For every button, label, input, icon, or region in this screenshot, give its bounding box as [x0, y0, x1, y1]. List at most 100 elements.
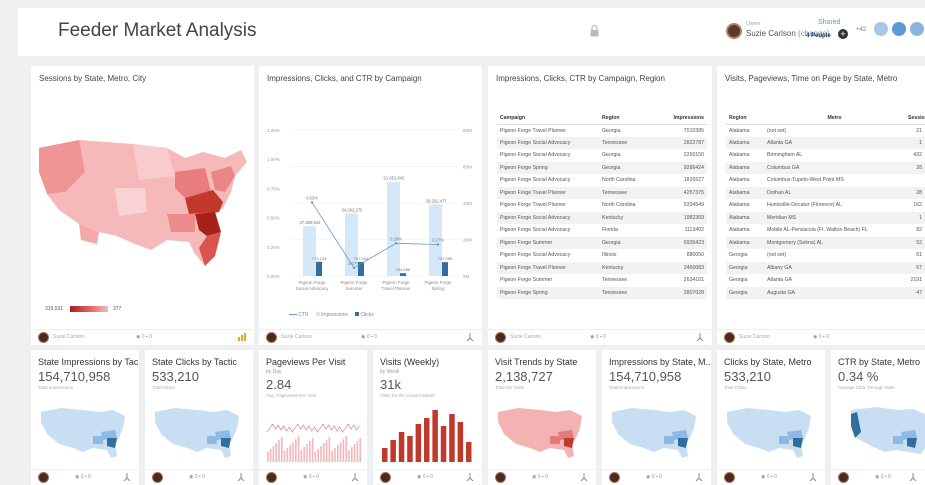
column-header[interactable]: Metro [764, 112, 905, 125]
table-row[interactable]: Alabama Atlanta GA 1 [726, 136, 925, 149]
column-header[interactable]: Region [599, 112, 655, 125]
owner-avatar [726, 23, 742, 39]
table-row[interactable]: Pigeon Forge Travel Planner North Carolin… [497, 199, 707, 212]
settings-icon[interactable] [466, 473, 474, 481]
table-row[interactable]: Pigeon Forge Travel Planner Tennessee 4257… [497, 186, 707, 199]
column-header[interactable]: Impressions [655, 112, 707, 125]
user-avatar [266, 472, 277, 483]
shared-count[interactable]: 4 People [806, 33, 831, 39]
impressions-chart-card[interactable]: Impressions, Clicks, and CTR by Campaign… [259, 66, 482, 345]
campaign-data-table[interactable]: Campaign Region Impressions Pigeon Forge… [497, 112, 707, 299]
us-map-thumbnail[interactable] [37, 402, 133, 464]
metric-card[interactable]: Impressions by State, M... 154,710,958 T… [602, 350, 711, 485]
table-row[interactable]: Alabama Meridian MS 1 [726, 211, 925, 224]
us-map-thumbnail[interactable] [494, 402, 590, 464]
lock-icon[interactable] [590, 25, 599, 37]
table-cell: Georgia [599, 236, 655, 249]
table-row[interactable]: Georgia Augusta GA 47 [726, 286, 925, 299]
settings-icon[interactable] [123, 473, 131, 481]
table-row[interactable]: Alabama Dothan AL 28 [726, 186, 925, 199]
table-row[interactable]: Pigeon Forge Social Advocacy Florida 11134… [497, 224, 707, 237]
settings-icon[interactable] [696, 333, 704, 341]
chart-type-icon[interactable] [238, 333, 246, 341]
view-count: ◉ 0 ▪ 0 [75, 474, 91, 480]
table-row[interactable]: Georgia (not set) 61 [726, 249, 925, 262]
metric-card[interactable]: Visits (Weekly) by Week 31k Visits for t… [373, 350, 482, 485]
clicks-data-label: 154,088 [396, 267, 411, 272]
table-row[interactable]: Pigeon Forge Spring Tennessee 2807028 [497, 286, 707, 299]
table-row[interactable]: Pigeon Forge Social Advocacy Georgia 22501… [497, 149, 707, 162]
sessions-map-card[interactable]: Sessions by State, Metro, City 319,531 3… [31, 66, 254, 345]
table-cell: Alabama [729, 127, 750, 134]
metric-card[interactable]: Visit Trends by State 2,138,727 Total US… [488, 350, 596, 485]
visits-data-table[interactable]: Region Metro Sessio Alabama (not set) 21 Al… [726, 112, 925, 299]
x-tick-label: Pigeon Forge [340, 280, 368, 285]
pageviews-bar [342, 439, 345, 462]
metric-value: 154,710,958 [609, 369, 682, 384]
visits-table-card[interactable]: Visits, Pageviews, Time on Page by State… [717, 66, 925, 345]
table-row[interactable]: Alabama Huntsville-Decatur (Florence) AL 1… [726, 199, 925, 212]
table-row[interactable]: Georgia Atlanta GA 2191 [726, 274, 925, 287]
metric-card[interactable]: Pageviews Per Visit by Day 2.84 Avg. Pag… [259, 350, 367, 485]
settings-icon[interactable] [909, 473, 917, 481]
metric-card[interactable]: State Clicks by Tactic 533,210 Total Cli… [145, 350, 253, 485]
table-cell: 5334549 [683, 202, 704, 209]
table-cell: Georgia [726, 286, 764, 299]
combo-bar-line-chart[interactable]: 0M 20M 40M 60M 80M 0.00% 0.25% 0.50% 0.75% 1.00% 1… [259, 116, 482, 316]
settings-icon[interactable] [695, 473, 703, 481]
table-row[interactable]: Alabama Birmingham AL 432 [726, 149, 925, 162]
settings-icon[interactable] [580, 473, 588, 481]
table-cell: 2807028 [655, 286, 707, 299]
us-choropleth-map[interactable] [35, 132, 249, 272]
clicks-data-label: 779,134 [312, 256, 327, 261]
column-header[interactable]: Campaign [497, 112, 599, 125]
table-row[interactable]: Pigeon Forge Travel Planner Georgia 701039… [497, 124, 707, 137]
user-avatar [38, 472, 49, 483]
table-cell: Columbus GA [764, 161, 905, 174]
table-row[interactable]: Alabama Mobile AL-Pensacola (Ft. Walton B… [726, 224, 925, 237]
settings-icon[interactable] [351, 473, 359, 481]
us-map-thumbnail[interactable] [608, 402, 705, 464]
table-row[interactable]: Alabama Columbus GA 28 [726, 161, 925, 174]
column-header[interactable]: Region [726, 112, 764, 125]
viewer-avatar[interactable] [910, 22, 924, 36]
add-share-button[interactable]: + [838, 29, 848, 39]
us-map-thumbnail[interactable] [723, 402, 819, 464]
weekly-bar [424, 418, 430, 462]
weekly-bar [466, 442, 472, 462]
metric-card[interactable]: CTR by State, Metro 0.34 % Average Click… [831, 350, 925, 485]
pageviews-bar [339, 442, 342, 462]
table-row[interactable]: Pigeon Forge Travel Planner Kentucky 24600… [497, 261, 707, 274]
weekly-visits-chart[interactable] [379, 402, 476, 464]
table-row[interactable]: Pigeon Forge Social Advocacy Illinois 8800… [497, 249, 707, 262]
table-row[interactable]: Pigeon Forge Social Advocacy Tennessee 282… [497, 136, 707, 149]
table-row[interactable]: Pigeon Forge Social Advocacy Kentucky 1982… [497, 211, 707, 224]
pageviews-daily-chart[interactable] [265, 402, 361, 464]
table-row[interactable]: Alabama Columbus-Tupelo-West Point MS [726, 174, 925, 187]
ctr-data-label: 0.63% [306, 195, 318, 200]
table-cell: Georgia [729, 277, 748, 284]
settings-icon[interactable] [466, 333, 474, 341]
table-row[interactable]: Pigeon Forge Social Advocacy North Caroli… [497, 174, 707, 187]
weekly-bar [457, 422, 464, 462]
table-row[interactable]: Alabama (not set) 21 [726, 124, 925, 137]
metric-card[interactable]: Clicks by State, Metro 533,210 Total Cli… [717, 350, 825, 485]
table-cell: Meridian MS [764, 211, 905, 224]
column-header[interactable]: Sessio [905, 112, 925, 125]
table-cell: Pigeon Forge Spring [497, 286, 599, 299]
us-map-thumbnail[interactable] [151, 402, 247, 464]
settings-icon[interactable] [809, 473, 817, 481]
settings-icon[interactable] [237, 473, 245, 481]
table-row[interactable]: Pigeon Forge Spring Georgia 9286424 [497, 161, 707, 174]
table-row[interactable]: Pigeon Forge Summer Georgia 6936423 [497, 236, 707, 249]
table-row[interactable]: Georgia Albany GA 57 [726, 261, 925, 274]
table-row[interactable]: Alabama Montgomery (Selma) AL 52 [726, 236, 925, 249]
viewer-avatar[interactable] [892, 22, 906, 36]
us-map-thumbnail[interactable] [837, 402, 925, 464]
table-row[interactable]: Pigeon Forge Summer Tennessee 2634101 [497, 274, 707, 287]
metric-card[interactable]: State Impressions by Tac... 154,710,958 … [31, 350, 139, 485]
user-avatar [724, 332, 735, 343]
viewer-avatar[interactable] [874, 22, 888, 36]
campaign-table-card[interactable]: Impressions, Clicks, CTR by Campaign, Re… [488, 66, 712, 345]
table-cell: Montgomery (Selma) AL [764, 236, 905, 249]
